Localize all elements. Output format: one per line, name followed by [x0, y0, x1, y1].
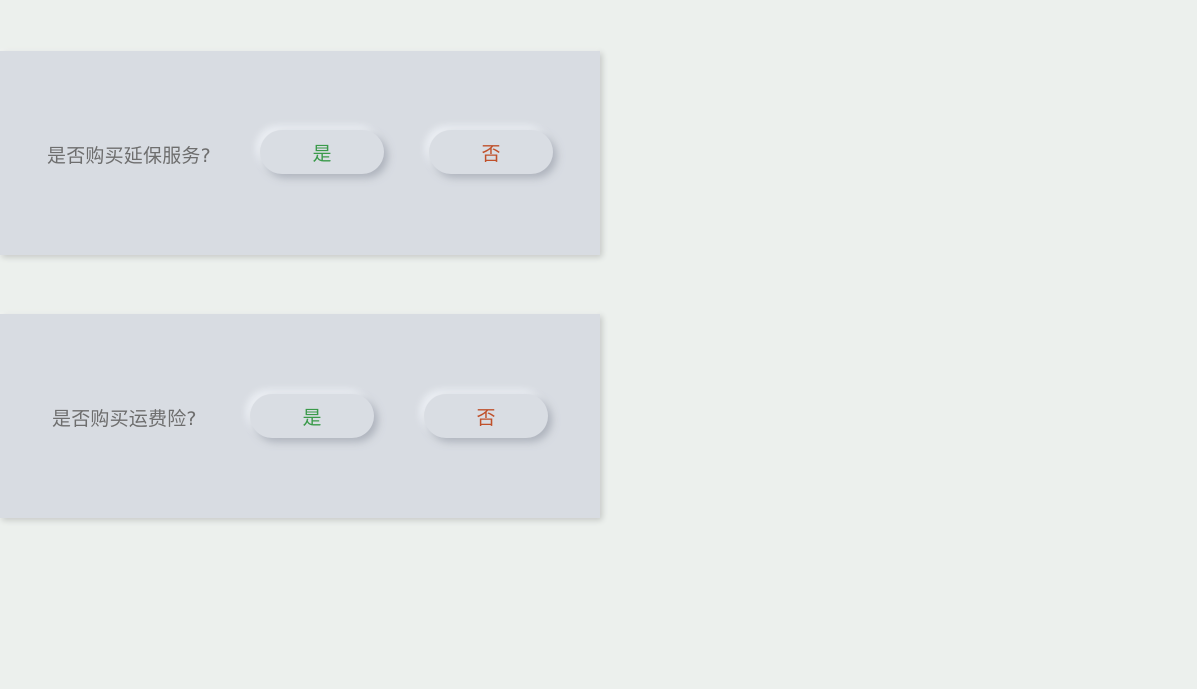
extended-warranty-card: 是否购买延保服务? 是 否: [0, 51, 600, 255]
extended-warranty-no-button[interactable]: 否: [429, 130, 553, 174]
extended-warranty-question: 是否购买延保服务?: [47, 145, 211, 167]
shipping-insurance-card: 是否购买运费险? 是 否: [0, 314, 600, 518]
page: 是否购买延保服务? 是 否 是否购买运费险? 是 否: [0, 0, 1197, 689]
extended-warranty-yes-button[interactable]: 是: [260, 130, 384, 174]
shipping-insurance-yes-button[interactable]: 是: [250, 394, 374, 438]
shipping-insurance-no-button[interactable]: 否: [424, 394, 548, 438]
shipping-insurance-question: 是否购买运费险?: [52, 408, 197, 430]
